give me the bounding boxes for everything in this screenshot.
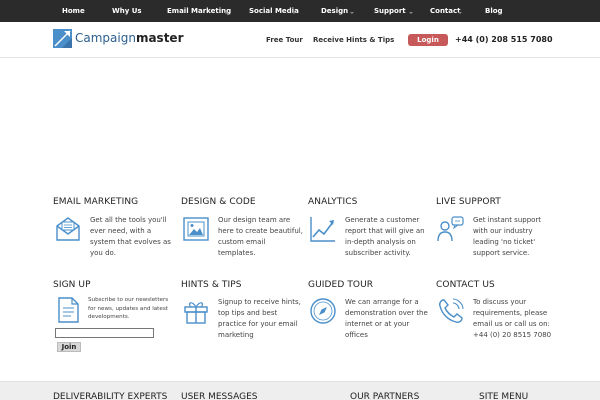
support-agent-icon [437,216,464,242]
feature-title-contact-us: CONTACT US [436,280,495,290]
hints-tips-link[interactable]: Receive Hints & Tips [313,36,394,44]
feature-title-guided-tour: GUIDED TOUR [308,280,374,290]
footer-title-partners: OUR PARTNERS [350,392,420,400]
feature-title-sign-up: SIGN UP [53,280,91,290]
join-button[interactable]: Join [57,342,81,352]
chevron-down-icon[interactable] [458,12,462,14]
login-button[interactable]: Login [408,34,448,46]
document-icon [58,297,79,323]
nav-item-support[interactable]: Support [374,0,406,22]
footer-title-user-messages: USER MESSAGES [181,392,258,400]
feature-text-live-support: Get instant support with our industry le… [473,216,542,257]
chevron-down-icon[interactable] [224,12,228,14]
signup-email-input[interactable] [55,328,154,338]
chevron-down-icon[interactable] [292,12,296,14]
nav-item-social-media[interactable]: Social Media [249,0,299,22]
nav-item-why-us[interactable]: Why Us [112,0,142,22]
feature-text-contact-us: To discuss your requirements, please ema… [473,298,552,339]
logo-mark-icon[interactable] [53,29,72,48]
free-tour-link[interactable]: Free Tour [266,36,303,44]
feature-title-hints-tips: HINTS & TIPS [181,280,242,290]
phone-icon [439,298,464,323]
gift-icon [184,302,208,324]
chevron-down-icon[interactable] [409,12,413,14]
compass-icon [310,298,336,324]
feature-text-sign-up: Subscribe to our newsletters for news, u… [88,297,169,320]
nav-item-contact[interactable]: Contact [430,0,461,22]
feature-title-analytics: ANALYTICS [308,197,358,207]
line-chart-icon [310,217,335,242]
nav-item-home[interactable]: Home [62,0,85,22]
nav-item-email-marketing[interactable]: Email Marketing [167,0,231,22]
feature-title-design-code: DESIGN & CODE [181,197,256,207]
logo-text[interactable]: Campaignmaster [75,31,184,45]
feature-text-hints-tips: Signup to receive hints, top tips and be… [218,298,301,339]
nav-item-blog[interactable]: Blog [485,0,503,22]
footer-title-site-menu: SITE MENU [479,392,529,400]
nav-item-design[interactable]: Design [321,0,348,22]
feature-text-guided-tour: We can arrange for a demonstration over … [345,298,428,339]
feature-title-email-marketing: EMAIL MARKETING [53,197,139,207]
header-phone: +44 (0) 208 515 7080 [455,35,553,44]
footer-title-deliverability: DELIVERABILITY EXPERTS [53,392,168,400]
feature-title-live-support: LIVE SUPPORT [436,197,501,207]
feature-text-design-code: Our design team are here to create beaut… [218,216,303,257]
feature-text-analytics: Generate a customer report that will giv… [345,216,425,257]
logo-text-bold: master [135,31,184,45]
feature-text-email-marketing: Get all the tools you'll ever need, with… [90,216,171,257]
chevron-down-icon[interactable] [350,12,354,14]
envelope-icon [56,217,80,241]
image-frame-icon [183,217,209,241]
logo-text-light: Campaign [75,31,136,45]
top-nav-bar: Home Why Us Email Marketing Social Media… [0,0,600,22]
